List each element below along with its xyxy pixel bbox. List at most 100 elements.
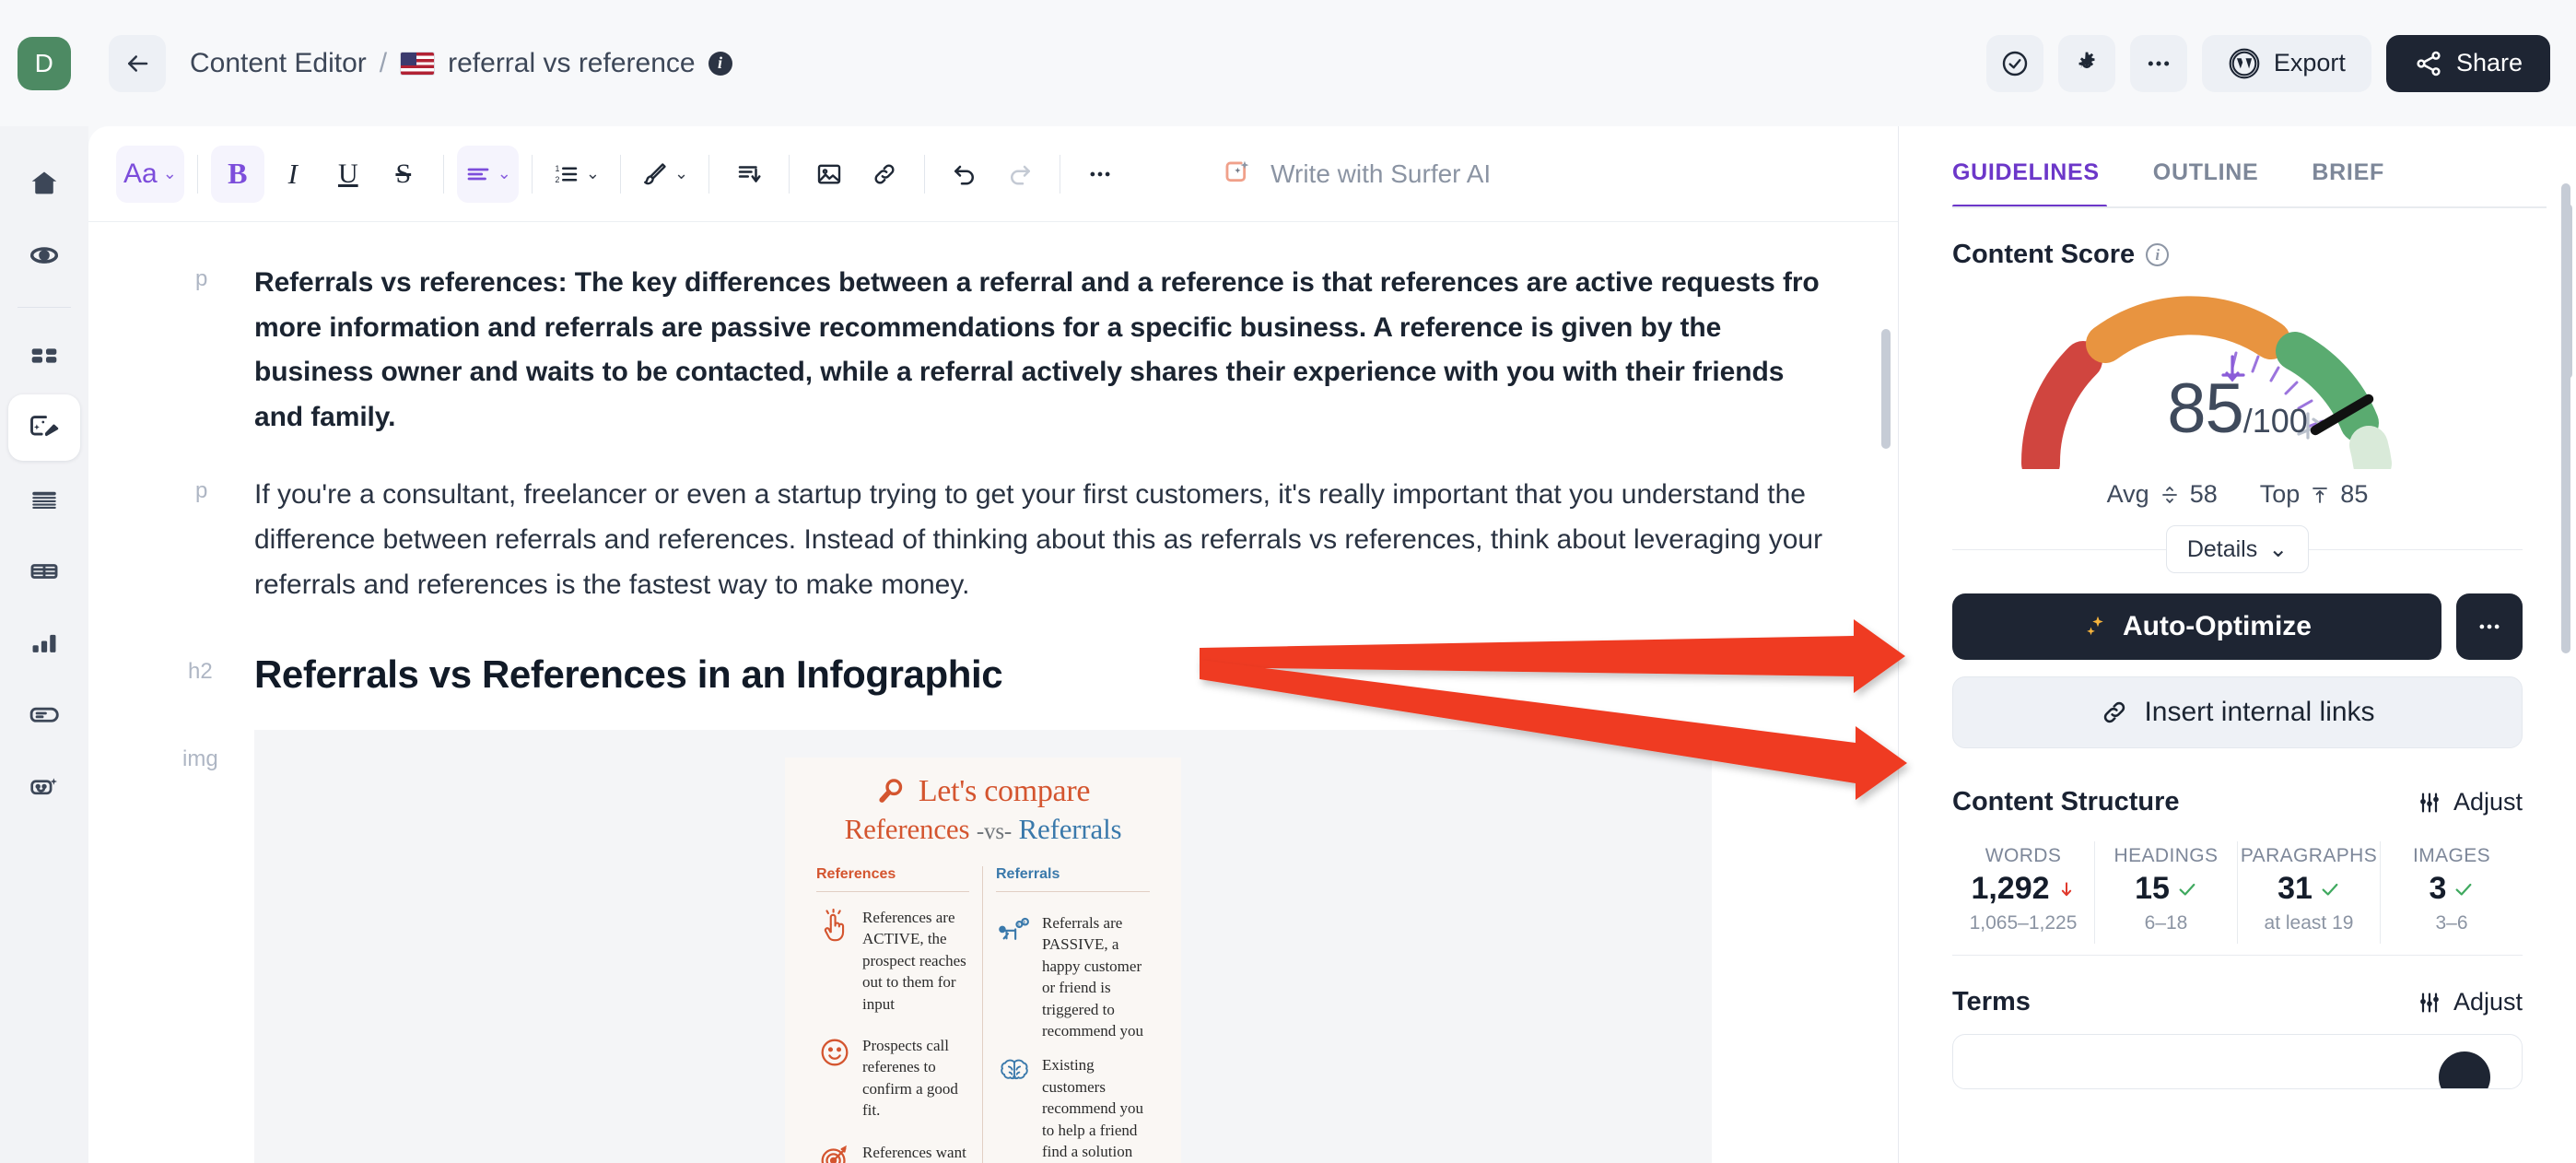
auto-optimize-button[interactable]: Auto-Optimize [1952,593,2441,660]
sidebar-item-serp-table[interactable] [8,538,80,605]
underline-label: U [337,158,358,189]
export-button[interactable]: Export [2201,34,2371,92]
chevron-down-icon: ⌄ [162,164,177,182]
block-tag: p [195,478,208,504]
share-button[interactable]: Share [2385,34,2550,92]
auto-optimize-more-button[interactable] [2456,593,2523,660]
highlight-dropdown[interactable]: ⌄ [634,146,696,203]
sliders-icon [2417,990,2442,1016]
settings-button[interactable] [2057,34,2115,92]
stat-value: 15 [2135,871,2170,906]
undo-button[interactable] [938,146,991,203]
editor-scrollbar[interactable] [1881,329,1891,449]
sidebar-item-keyword-research[interactable] [8,682,80,748]
breadcrumb-current: referral vs reference [448,47,696,78]
info-icon[interactable]: i [708,51,732,76]
table-icon [29,556,60,587]
tab-guidelines[interactable]: GUIDELINES [1952,159,2100,208]
details-row: Details ⌄ [1952,525,2523,573]
paragraph-block-1[interactable]: p Referrals vs references: The key diffe… [195,261,1832,440]
sidebar-item-ai-assistant[interactable] [8,754,80,820]
heading-text[interactable]: Referrals vs References in an Infographi… [254,650,1832,700]
page-scrollbar[interactable] [2563,204,2572,379]
sidebar-item-analytics[interactable] [8,610,80,676]
adjust-label: Adjust [2453,988,2523,1016]
sliders-icon [2417,790,2442,816]
terms-search-box[interactable] [1952,1034,2523,1089]
paragraph-text[interactable]: Referrals vs references: The key differe… [254,261,1832,440]
sidebar-item-grid[interactable] [8,323,80,389]
paragraph-block-2[interactable]: p If you're a consultant, freelancer or … [195,473,1832,607]
breadcrumb-root[interactable]: Content Editor [190,48,367,79]
app-body: Aa ⌄ B I U S ⌄ 1 2 ⌄ ⌄ Write with Surfer… [0,126,2576,1163]
infographic-row: References want specific information [816,1142,969,1163]
sidebar-item-content-editor[interactable] [8,394,80,461]
hand-tap-icon [816,907,853,946]
toolbar-divider [924,154,926,194]
back-button[interactable] [109,34,166,92]
underline-button[interactable]: U [322,146,375,203]
check-icon [2453,879,2474,899]
link-button[interactable] [858,146,911,203]
details-button[interactable]: Details ⌄ [2165,525,2310,573]
toolbar-divider [196,154,198,194]
toolbar-divider [531,154,533,194]
left-nav-rail [0,126,88,1163]
content-score-value: 85 [2167,370,2244,448]
content-structure-adjust-button[interactable]: Adjust [2417,788,2523,816]
panel-body: Content Score i 85/100 Avg 58 Top 85 Det… [1899,208,2576,1163]
sidebar-item-home[interactable] [8,150,80,217]
strikethrough-button[interactable]: S [377,146,430,203]
globe-icon [29,240,60,271]
write-with-surfer-ai-button[interactable]: Write with Surfer AI [1221,157,1491,192]
toolbar-more-button[interactable] [1073,146,1127,203]
image-button[interactable] [802,146,856,203]
stat-value-row: 31 [2238,871,2380,907]
stat-label: HEADINGS [2113,845,2219,866]
stat-words: WORDS 1,292 1,065–1,225 [1952,841,2094,944]
sidebar-item-globe[interactable] [8,222,80,288]
paragraph-text[interactable]: If you're a consultant, freelancer or ev… [254,473,1832,607]
avg-metric: Avg 58 [2107,480,2218,509]
avg-value: 58 [2189,480,2218,508]
image-icon [815,160,843,188]
content-structure-stats: WORDS 1,292 1,065–1,225 HEADINGS 15 6–18… [1952,841,2523,944]
breadcrumb-separator: / [379,47,388,78]
tab-outline[interactable]: OUTLINE [2153,159,2259,208]
info-icon[interactable]: i [2146,243,2170,266]
stat-range: 1,065–1,225 [1969,912,2078,934]
insert-links-label: Insert internal links [2144,697,2375,727]
check-circle-button[interactable] [1985,34,2043,92]
insert-internal-links-button[interactable]: Insert internal links [1952,676,2523,748]
redo-button[interactable] [993,146,1047,203]
more-options-button[interactable] [2129,34,2187,92]
adjust-label: Adjust [2453,788,2523,816]
chevron-down-icon: ⌄ [497,164,511,182]
bold-label: B [228,157,248,190]
column-header-referrals: Referrals [996,866,1150,892]
indent-button[interactable] [722,146,776,203]
grid-icon [29,340,60,371]
terms-adjust-button[interactable]: Adjust [2417,988,2523,1016]
column-header-references: References [816,866,969,892]
avatar[interactable]: D [18,36,71,90]
image-placeholder[interactable]: Let's compare References -vs- Referrals [254,729,1712,1163]
italic-button[interactable]: I [266,146,320,203]
sidebar-item-audit[interactable] [8,466,80,533]
heading-block[interactable]: h2 Referrals vs References in an Infogra… [188,650,1832,700]
infographic-header: Let's compare [785,774,1181,809]
list-dropdown[interactable]: 12 ⌄ [545,146,607,203]
infographic-row-text: References want specific information [862,1143,966,1161]
section-divider [1952,955,2523,956]
image-block[interactable]: img Let's compare References -vs- Referr… [182,729,1832,1163]
avg-label: Avg [2106,480,2149,508]
top-bar: D Content Editor / referral vs reference… [0,0,2576,126]
font-size-dropdown[interactable]: Aa ⌄ [116,145,184,203]
align-dropdown[interactable]: ⌄ [456,145,519,203]
infographic-sub-vs: -vs- [976,818,1012,844]
tab-brief[interactable]: BRIEF [2312,159,2384,208]
ai-sparkle-icon [29,771,60,803]
bold-button[interactable]: B [210,145,264,203]
infographic-row: Existing customers recommend you to help… [996,1054,1150,1162]
align-left-icon [464,160,492,188]
